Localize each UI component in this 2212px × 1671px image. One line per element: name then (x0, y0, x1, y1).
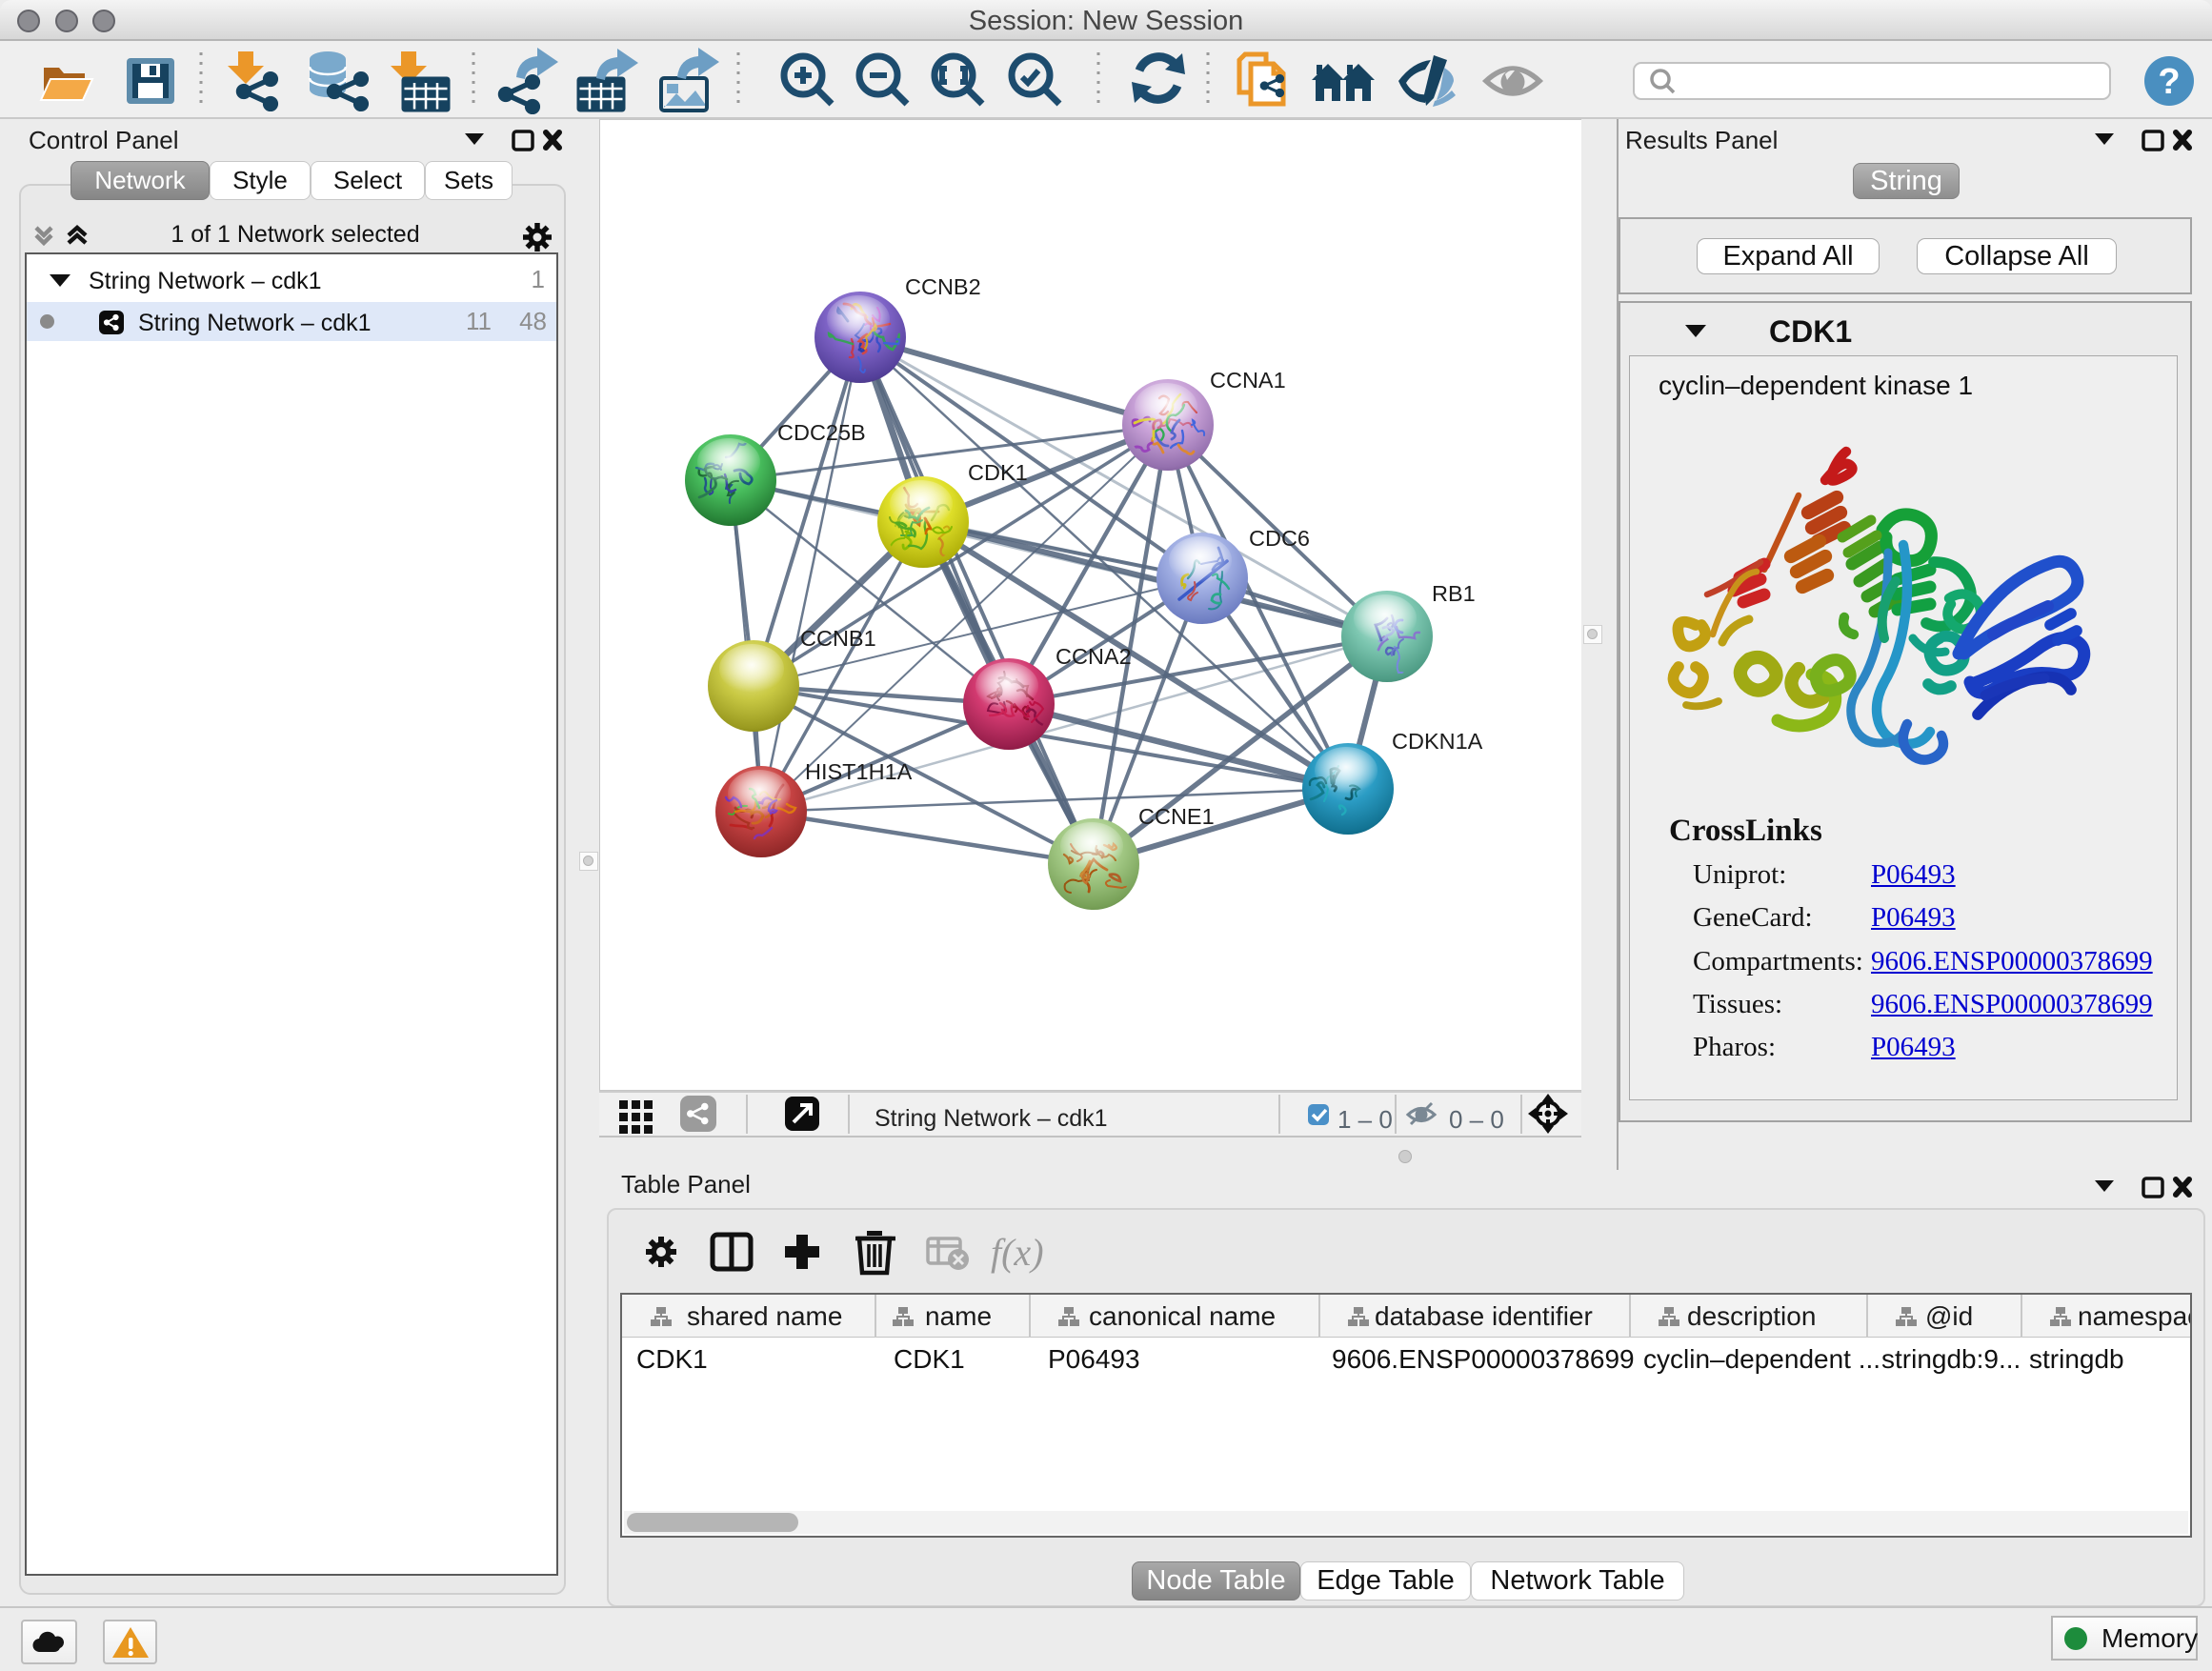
svg-text:CDC6: CDC6 (1249, 526, 1310, 551)
svg-text:description: description (1687, 1301, 1816, 1331)
svg-text:HIST1H1A: HIST1H1A (805, 759, 913, 784)
svg-text:f(x): f(x) (991, 1231, 1044, 1274)
svg-text:shared name: shared name (687, 1301, 842, 1331)
svg-text:canonical name: canonical name (1089, 1301, 1276, 1331)
svg-text:CCNB2: CCNB2 (905, 274, 981, 299)
svg-text:CDKN1A: CDKN1A (1392, 729, 1483, 754)
svg-text:name: name (925, 1301, 992, 1331)
svg-text:CCNB1: CCNB1 (800, 626, 876, 651)
svg-text:CDC25B: CDC25B (777, 420, 866, 445)
svg-text:CDK1: CDK1 (968, 460, 1028, 485)
svg-text:RB1: RB1 (1432, 581, 1476, 606)
svg-text:database identifier: database identifier (1375, 1301, 1593, 1331)
svg-text:?: ? (2158, 62, 2180, 102)
svg-text:CCNE1: CCNE1 (1138, 804, 1215, 829)
svg-text:CCNA2: CCNA2 (1056, 644, 1132, 669)
svg-text:@id: @id (1925, 1301, 1973, 1331)
svg-text:namespace: namespace (2078, 1301, 2190, 1331)
svg-text:CCNA1: CCNA1 (1210, 368, 1286, 393)
